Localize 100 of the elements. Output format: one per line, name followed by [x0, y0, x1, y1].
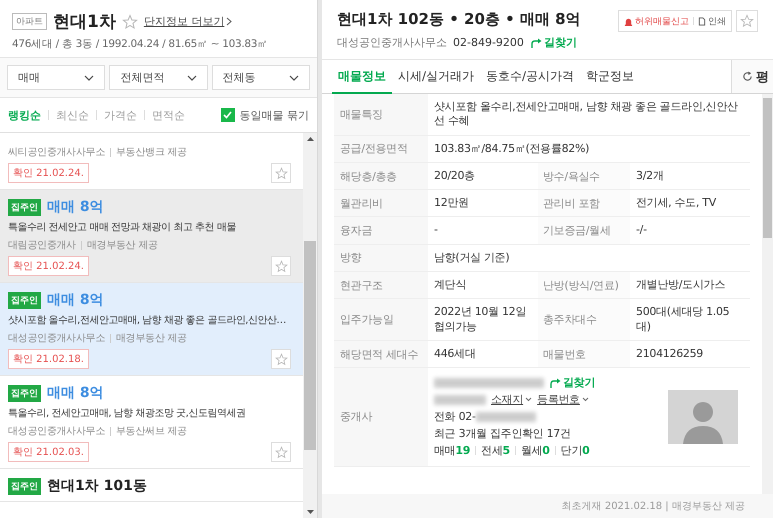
agency-name: 대림공인중개사	[8, 239, 76, 252]
field-label: 현관구조	[334, 272, 428, 300]
field-label: 난방(방식/연료)	[538, 272, 630, 300]
field-value: -/-	[630, 217, 750, 245]
phone-number: 02-849-9200	[453, 36, 524, 49]
field-value: 개별난방/도시가스	[630, 272, 750, 300]
chevron-right-icon	[226, 17, 232, 26]
star-icon	[274, 352, 288, 366]
confirm-date: 확인 21.02.24.	[8, 163, 89, 183]
count-label: 전세	[481, 443, 503, 460]
refresh-icon	[742, 71, 753, 82]
tab[interactable]: 동호수/공시가격	[480, 60, 580, 94]
checkbox[interactable]	[220, 108, 234, 122]
confirm-date: 확인 21.02.03.	[8, 442, 89, 462]
field-label: 공급/전용면적	[334, 136, 428, 163]
count-label: 단기	[560, 443, 582, 460]
filter-dropdown[interactable]: 전체동	[212, 65, 310, 90]
filter-dropdown[interactable]: 매매	[7, 65, 106, 90]
listing-description: 특올수리 전세안고 매매 전망과 채광이 최고 추천 매물	[8, 221, 237, 234]
recent-confirm-text: 최근 3개월 집주인확인 17건	[434, 426, 572, 442]
listing-title: 매매 8억	[47, 198, 104, 216]
field-label: 중개사	[334, 368, 428, 466]
listing-description: 특올수리, 전세안고매매, 남향 채광조망 굿,신도림역세권	[8, 407, 246, 420]
owner-badge: 집주인	[8, 292, 41, 308]
field-label: 총주차대수	[538, 299, 630, 341]
favorite-button[interactable]	[271, 349, 291, 369]
owner-badge: 집주인	[8, 384, 41, 402]
count-value: 19	[455, 443, 470, 460]
confirm-date: 확인 21.02.18.	[8, 349, 89, 369]
complex-summary: 476세대 / 총 3동 / 1992.04.24 / 81.65㎡ ~ 103.83㎡	[12, 37, 269, 51]
blurred-text	[434, 394, 486, 405]
tab[interactable]: 학군정보	[580, 60, 640, 94]
provider-text: 매경부동산 제공	[116, 332, 187, 345]
field-label: 융자금	[334, 217, 428, 245]
listing-description: 샷시포함 올수리,전세안고매매, 남향 채광 좋은 골드라인,신안산…	[8, 314, 287, 327]
tab[interactable]: 시세/실거래가	[392, 60, 480, 94]
listing-card[interactable]: 집주인 현대1차 101동	[0, 469, 303, 502]
favorite-button[interactable]	[736, 10, 758, 32]
scrollbar[interactable]	[762, 94, 773, 494]
favorite-button[interactable]	[271, 442, 291, 462]
field-label: 월관리비	[334, 190, 428, 218]
count-label: 매매	[434, 443, 456, 460]
phone-text: 전화 02-	[434, 409, 476, 426]
listing-card[interactable]: 집주인 매매 8억 특올수리 전세안고 매매 전망과 채광이 최고 추천 매물 대림공인중개사 매경부동산 제공 확인 21.02.24.	[0, 190, 303, 283]
chevron-down-icon	[288, 74, 299, 80]
field-value: 500대(세대당 1.05대)	[630, 299, 750, 341]
field-value: 3/2개	[630, 162, 750, 190]
scroll-down-icon	[306, 510, 314, 514]
field-label: 방수/욕실수	[538, 162, 630, 190]
checkbox-label: 동일매물 묶기	[240, 108, 309, 122]
listing-card[interactable]: 집주인 매매 8억 특올수리, 전세안고매매, 남향 채광조망 굿,신도림역세권 대성공인중개사사무소 부동산써브 제공 확인 21.02.03.	[0, 376, 303, 469]
star-icon	[740, 14, 754, 28]
agency-name: 대성공인중개사사무소	[337, 35, 447, 50]
field-label: 해당층/총층	[334, 162, 428, 190]
favorite-button[interactable]	[271, 256, 291, 276]
caret-icon	[525, 397, 532, 402]
star-icon	[274, 166, 288, 180]
field-label: 관리비 포함	[538, 190, 630, 218]
favorite-button[interactable]	[271, 163, 291, 183]
owner-badge: 집주인	[8, 198, 41, 216]
filter-dropdown[interactable]: 전체면적	[109, 65, 208, 90]
scrollbar[interactable]	[303, 133, 317, 518]
listing-card[interactable]: 집주인 매매 8억 샷시포함 올수리,전세안고매매, 남향 채광 좋은 골드라인,신안산… 대성공인중개사사무소 매경부동산 제공 확인 21.02.18.	[0, 283, 303, 376]
address-link[interactable]: 소재지	[491, 391, 532, 408]
scroll-up-icon	[306, 137, 314, 141]
chevron-down-icon	[186, 74, 197, 80]
field-value: 샷시포함 올수리,전세안고매매, 남향 채광 좋은 골드라인,신안산선 수혜	[428, 94, 750, 136]
count-label: 월세	[520, 443, 542, 460]
unit-toggle-button[interactable]: 평	[731, 60, 773, 93]
agency-name: 대성공인중개사사무소	[8, 425, 106, 438]
owner-badge: 집주인	[8, 478, 41, 494]
provider-text: 부동산뱅크 제공	[116, 146, 187, 159]
field-label: 매물번호	[538, 340, 630, 368]
star-icon	[122, 14, 138, 30]
count-value: 5	[502, 443, 510, 460]
siren-icon	[624, 16, 633, 26]
field-label: 입주가능일	[334, 299, 428, 341]
field-label: 매물특징	[334, 94, 428, 136]
count-value: 0	[542, 443, 550, 460]
count-value: 0	[582, 443, 590, 460]
agency-name: 씨티공인중개사사무소	[8, 146, 106, 159]
caret-icon	[582, 397, 589, 402]
arrow-icon	[530, 36, 542, 48]
complex-name: 현대1차	[53, 11, 116, 33]
report-button[interactable]: 허위매물신고	[624, 14, 689, 28]
field-label: 해당면적 세대수	[334, 340, 428, 368]
listing-title: 현대1차 101동	[47, 477, 147, 495]
listing-detail-title: 현대1차 102동 • 20층 • 매매 8억	[337, 10, 581, 29]
listing-title: 매매 8억	[47, 384, 104, 402]
field-label: 방향	[334, 244, 428, 272]
field-label: 기보증금/월세	[538, 217, 630, 245]
footer-text: 최초게재 2021.02.18 | 매경부동산 제공	[322, 494, 773, 518]
type-badge: 아파트	[12, 13, 47, 30]
chevron-down-icon	[84, 74, 94, 80]
blurred-text	[476, 412, 536, 422]
field-value: 2104126259	[630, 340, 750, 368]
provider-text: 매경부동산 제공	[86, 239, 158, 252]
print-button[interactable]: 인쇄	[698, 14, 726, 28]
listing-title: 매매 8억	[47, 291, 104, 309]
field-value: 전기세, 수도, TV	[630, 190, 750, 218]
